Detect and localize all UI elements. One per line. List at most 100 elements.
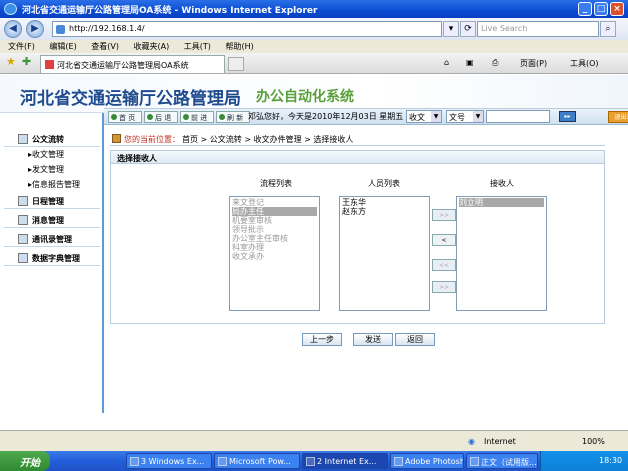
page-content: 河北省交通运输厅公路管理局 办公自动化系统 首 页 后 退 前 进 刷 新 邓弘… [0, 75, 628, 430]
sidebar-sub-sent[interactable]: ▸发文管理 [28, 164, 64, 175]
add-button[interactable]: >> [432, 281, 456, 293]
list-item[interactable]: 赵东方 [342, 207, 427, 216]
sidebar-sub-report[interactable]: ▸信息报告管理 [28, 179, 80, 190]
search-go-button[interactable]: ▸▸ [559, 111, 576, 122]
dropdown-icon[interactable]: ▾ [443, 21, 459, 37]
word-icon [470, 457, 479, 466]
list-item[interactable]: 局办主任 [232, 207, 317, 216]
system-tray: 18:30 [540, 451, 628, 471]
app-toolbar: 首 页 后 退 前 进 刷 新 邓弘您好，今天是2010年12月03日 星期五 … [104, 108, 628, 125]
list-item[interactable]: 科室办理 [232, 243, 317, 252]
query-input[interactable] [486, 110, 550, 123]
forward-icon[interactable]: ▶ [26, 20, 44, 38]
sidebar-item-schedule[interactable]: 日程管理 [4, 193, 100, 209]
menu-bar: 文件(F) 编辑(E) 查看(V) 收藏夹(A) 工具(T) 帮助(H) [0, 40, 628, 53]
menu-edit[interactable]: 编辑(E) [49, 42, 76, 51]
list-item[interactable]: 机要室审核 [232, 216, 317, 225]
calendar-icon [18, 196, 28, 206]
favorites-star-icon[interactable]: ★ [6, 55, 16, 68]
photoshop-icon [394, 457, 403, 466]
sidebar-item-contacts[interactable]: 通讯录管理 [4, 231, 100, 247]
list-item[interactable]: 收文承办 [232, 252, 317, 261]
app-title: 河北省交通运输厅公路管理局 [20, 89, 241, 109]
search-icon[interactable]: ⌕ [600, 21, 616, 37]
remove-button[interactable]: < [432, 234, 456, 246]
send-button[interactable]: 发送 [353, 333, 393, 346]
maximize-button[interactable]: □ [594, 2, 608, 16]
breadcrumb: 您的当前位置： 首页 > 公文流转 > 收文办件管理 > 选择接收人 [110, 132, 605, 146]
field-select[interactable]: 文号 ▼ [446, 110, 484, 123]
flow-list[interactable]: 来文登记 局办主任 机要室审核 领导批示 办公室主任审核 科室办理 收文承办 [229, 196, 320, 311]
ie-logo-icon [4, 3, 17, 15]
menu-file[interactable]: 文件(F) [8, 42, 35, 51]
prev-step-button[interactable]: 上一步 [302, 333, 342, 346]
app-subtitle: 办公自动化系统 [256, 89, 354, 105]
powerpoint-icon [218, 457, 227, 466]
receiver-list[interactable]: 刘立明 [456, 196, 547, 311]
folder-icon [130, 457, 139, 466]
sidebar-item-document-flow[interactable]: 公文流转 [4, 131, 100, 147]
browser-tab[interactable]: 河北省交通运输厅公路管理局OA系统 [40, 55, 225, 73]
list-item[interactable]: 办公室主任审核 [232, 234, 317, 243]
tab-favicon-icon [45, 60, 54, 69]
chevron-down-icon: ▼ [431, 111, 441, 122]
tab-row: ★ ✚ 河北省交通运输厅公路管理局OA系统 ⌂ ▣ ⎙ 页面(P) 工具(O) [0, 53, 628, 74]
back-button[interactable]: 后 退 [144, 111, 178, 123]
menu-view[interactable]: 查看(V) [91, 42, 119, 51]
greeting-text: 邓弘您好，今天是2010年12月03日 星期五 [248, 112, 404, 121]
menu-favorites[interactable]: 收藏夹(A) [134, 42, 170, 51]
window-title: 河北省交通运输厅公路管理局OA系统 - Windows Internet Exp… [22, 6, 318, 16]
page-icon [56, 25, 65, 34]
doc-type-select[interactable]: 收文 ▼ [406, 110, 442, 123]
task-word[interactable]: 正文（试用版... [466, 453, 538, 469]
add-all-button[interactable]: >> [432, 209, 456, 221]
flow-list-header: 流程列表 [260, 179, 292, 188]
section-title: 选择接收人 [110, 150, 605, 164]
window-titlebar: 河北省交通运输厅公路管理局OA系统 - Windows Internet Exp… [0, 0, 628, 18]
document-edit-icon [18, 134, 28, 144]
address-bar[interactable]: http://192.168.1.4/ [52, 21, 442, 37]
remove-all-button[interactable]: << [432, 259, 456, 271]
exit-button[interactable]: 退出系统 [608, 111, 628, 123]
refresh-icon[interactable]: ⟳ [460, 21, 476, 37]
sidebar-sub-received[interactable]: ▸收文管理 [28, 149, 64, 160]
task-powerpoint[interactable]: Microsoft Pow... [214, 453, 300, 469]
zoom-level[interactable]: 100% [582, 437, 605, 446]
chevron-down-icon: ▼ [473, 111, 483, 122]
sidebar-item-messages[interactable]: 消息管理 [4, 212, 100, 228]
tools-menu[interactable]: 工具(O) [570, 58, 599, 69]
sidebar-item-dictionary[interactable]: 数据字典管理 [4, 250, 100, 266]
back-icon[interactable]: ◀ [4, 20, 22, 38]
return-button[interactable]: 返回 [395, 333, 435, 346]
refresh-button[interactable]: 刷 新 [216, 111, 250, 123]
tab-title: 河北省交通运输厅公路管理局OA系统 [57, 61, 189, 70]
list-item[interactable]: 刘立明 [459, 198, 544, 207]
address-text: http://192.168.1.4/ [69, 24, 145, 33]
search-input[interactable]: Live Search [477, 21, 599, 37]
new-tab-button[interactable] [228, 57, 244, 71]
start-button[interactable]: 开始 [0, 451, 50, 471]
task-photoshop[interactable]: Adobe Photosh... [390, 453, 464, 469]
people-list[interactable]: 王东华 赵东方 [339, 196, 430, 311]
list-item[interactable]: 王东华 [342, 198, 427, 207]
menu-tools[interactable]: 工具(T) [184, 42, 211, 51]
list-item[interactable]: 领导批示 [232, 225, 317, 234]
add-favorite-icon[interactable]: ✚ [22, 55, 31, 68]
page-menu[interactable]: 页面(P) [520, 58, 547, 69]
home-icon[interactable]: ⌂ [444, 58, 449, 67]
menu-help[interactable]: 帮助(H) [225, 42, 253, 51]
globe-icon: ◉ [468, 437, 475, 446]
status-bar: ◉ Internet 100% [0, 430, 628, 451]
task-ie[interactable]: 2 Internet Ex... [302, 453, 388, 469]
list-item[interactable]: 来文登记 [232, 198, 317, 207]
task-explorer[interactable]: 3 Windows Ex... [126, 453, 212, 469]
feeds-icon[interactable]: ▣ [466, 58, 474, 67]
minimize-button[interactable]: _ [578, 2, 592, 16]
zone-text: Internet [484, 437, 516, 446]
print-icon[interactable]: ⎙ [492, 58, 498, 68]
close-button[interactable]: × [610, 2, 624, 16]
message-icon [18, 215, 28, 225]
home-button[interactable]: 首 页 [108, 111, 142, 123]
people-list-header: 人员列表 [368, 179, 400, 188]
forward-button[interactable]: 前 进 [180, 111, 214, 123]
